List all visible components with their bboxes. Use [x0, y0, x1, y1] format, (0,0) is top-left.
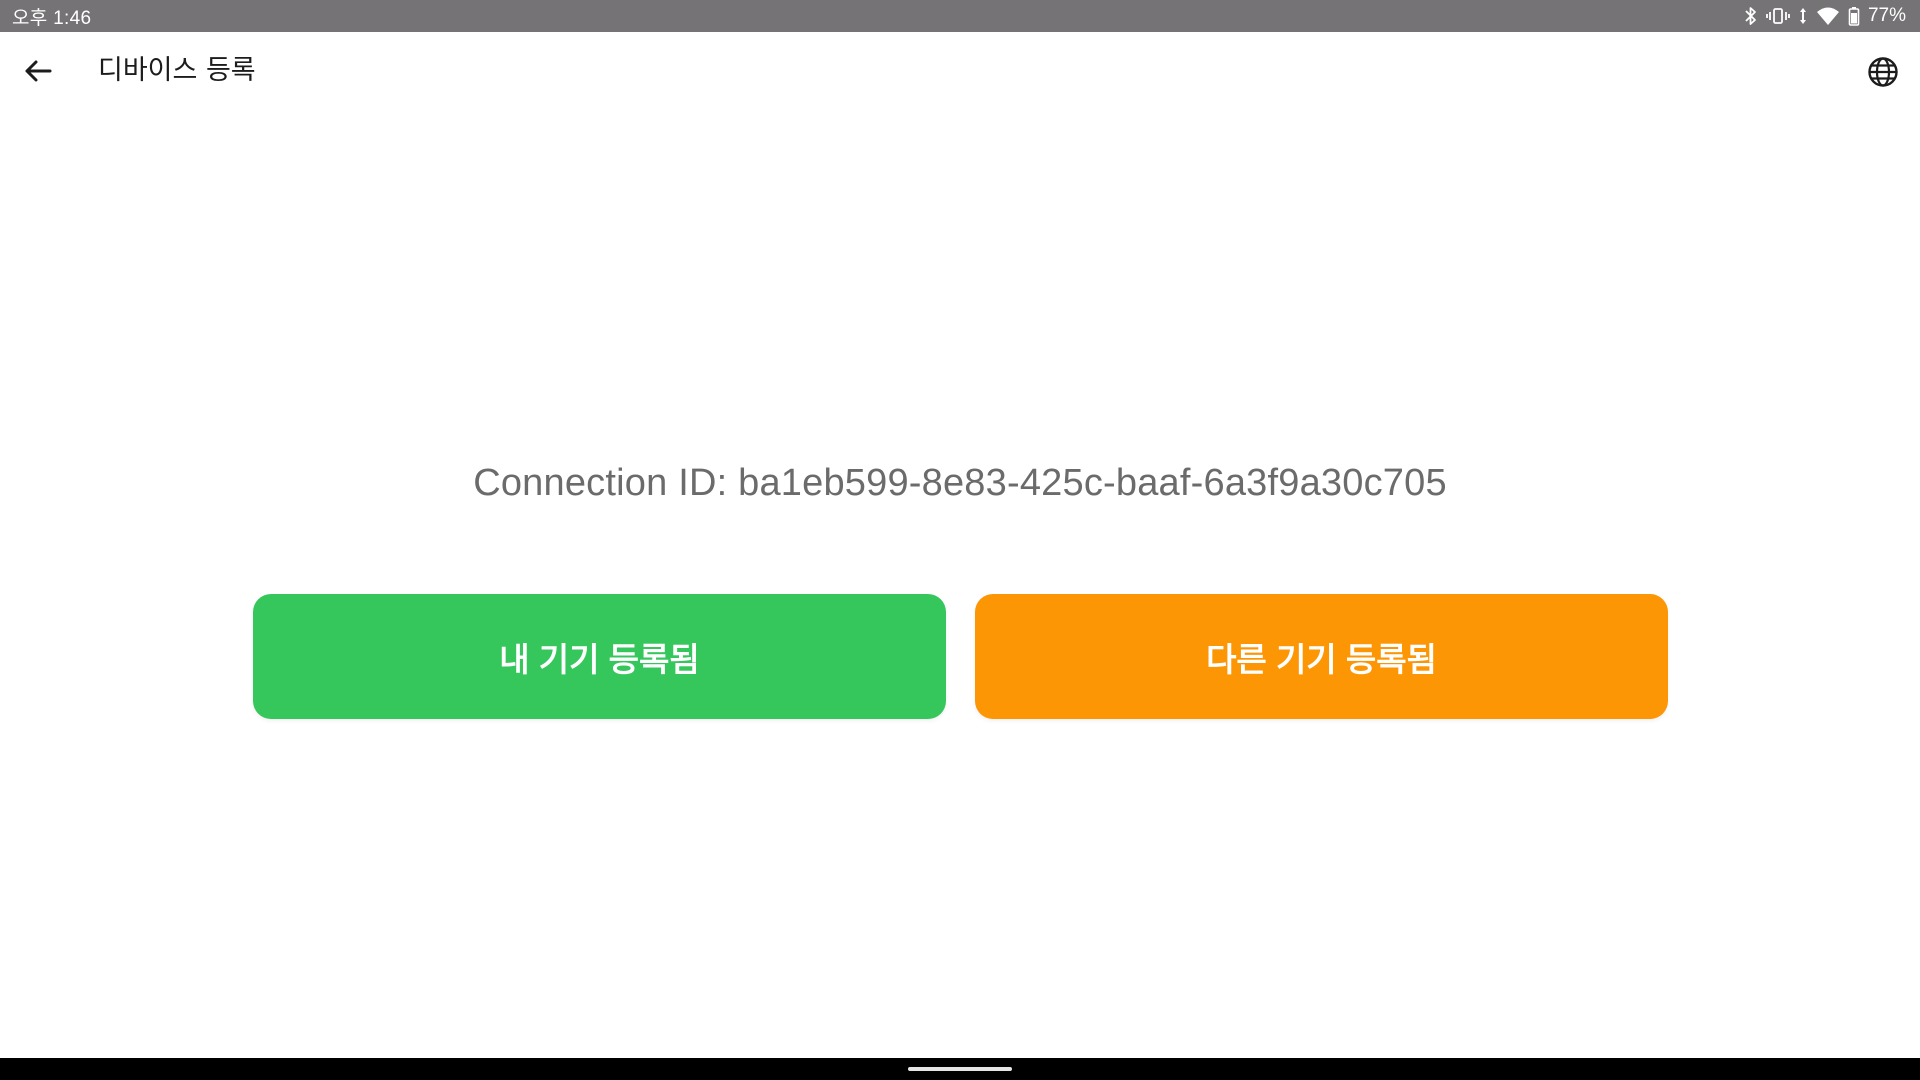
battery-icon — [1848, 5, 1860, 27]
app-bar: 디바이스 등록 — [0, 32, 1920, 110]
gesture-handle[interactable] — [908, 1067, 1012, 1071]
battery-percent: 77% — [1867, 5, 1906, 26]
device-registration-screen: 오후 1:46 77% 디바이스 등록 Connection ID: ba1eb… — [0, 0, 1920, 1080]
status-time: 오후 1:46 — [12, 7, 92, 29]
page-title: 디바이스 등록 — [98, 55, 256, 86]
globe-icon — [1868, 57, 1898, 87]
data-arrows-icon — [1798, 5, 1808, 27]
status-icons: 77% — [1744, 5, 1906, 27]
status-bar: 오후 1:46 77% — [0, 0, 1920, 32]
wifi-icon — [1816, 5, 1840, 27]
my-device-registered-button[interactable]: 내 기기 등록됨 — [253, 594, 946, 719]
connection-id-text: Connection ID: ba1eb599-8e83-425c-baaf-6… — [473, 462, 1447, 504]
navigation-bar — [0, 1058, 1920, 1080]
arrow-left-icon — [25, 60, 52, 82]
vibrate-icon — [1766, 5, 1790, 27]
bluetooth-icon — [1744, 5, 1758, 27]
back-button[interactable] — [18, 51, 58, 91]
other-device-registered-button[interactable]: 다른 기기 등록됨 — [975, 594, 1668, 719]
language-button[interactable] — [1864, 53, 1902, 91]
